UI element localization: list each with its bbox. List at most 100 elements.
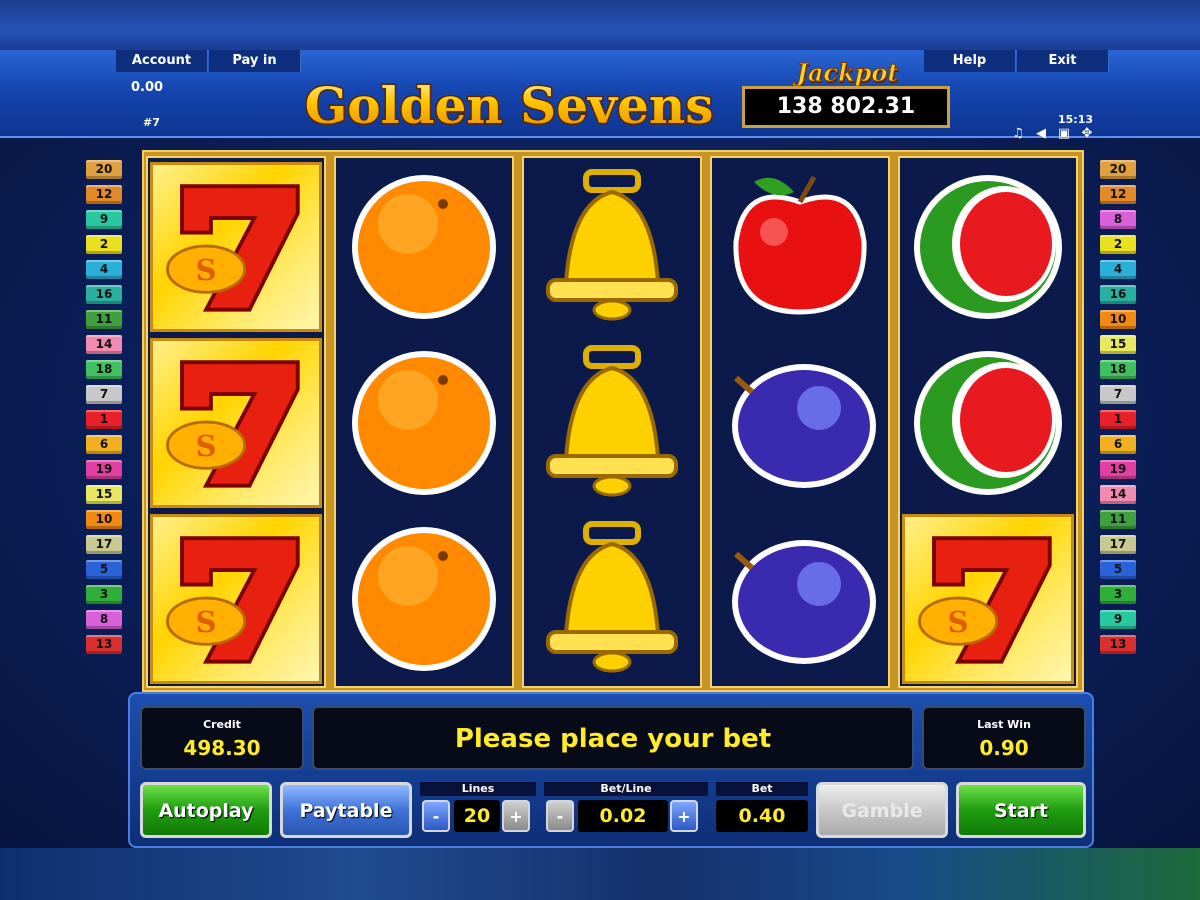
game-number: #7	[143, 116, 160, 129]
seven-symbol: S	[902, 514, 1074, 684]
control-console: Credit 498.30 Please place your bet Last…	[128, 692, 1094, 848]
bell-symbol	[526, 338, 698, 508]
payline-badge: 12	[86, 185, 122, 204]
lines-value: 20	[454, 800, 500, 832]
payline-badge: 7	[86, 385, 122, 404]
payline-badge: 10	[86, 510, 122, 529]
right-payline-indicators: 20 12 8 2 4 16 10 15 18 7 1 6 19 14 11 17 5 3 9 13	[1100, 160, 1140, 660]
svg-text:S: S	[948, 605, 969, 639]
orange-symbol	[338, 514, 510, 684]
reel-2	[334, 156, 514, 688]
jackpot-label: Jackpot	[796, 58, 899, 88]
reel-area: S S S S	[142, 150, 1084, 692]
reel-4	[710, 156, 890, 688]
reel-3	[522, 156, 702, 688]
music-icon[interactable]: ♫	[1010, 126, 1026, 142]
watermelon-symbol	[902, 338, 1074, 508]
watermelon-symbol	[902, 162, 1074, 332]
bet-line-label: Bet/Line	[544, 782, 708, 796]
start-button[interactable]: Start	[956, 782, 1086, 838]
seven-symbol: S	[150, 338, 322, 508]
payline-badge: 11	[86, 310, 122, 329]
payline-badge: 2	[1100, 235, 1136, 254]
plum-symbol	[714, 338, 886, 508]
bottom-background	[0, 848, 1200, 900]
account-button[interactable]: Account	[116, 50, 208, 72]
payline-badge: 12	[1100, 185, 1136, 204]
lines-plus-button[interactable]: +	[502, 800, 530, 832]
last-win-value: 0.90	[979, 736, 1029, 760]
payline-badge: 16	[1100, 285, 1136, 304]
last-win-label: Last Win	[977, 718, 1031, 731]
reel-5: S	[898, 156, 1078, 688]
payline-badge: 14	[86, 335, 122, 354]
top-background	[0, 0, 1200, 50]
payline-badge: 6	[86, 435, 122, 454]
plum-symbol	[714, 514, 886, 684]
exit-button[interactable]: Exit	[1017, 50, 1109, 72]
game-title: Golden Sevens	[305, 76, 714, 134]
payline-badge: 9	[1100, 610, 1136, 629]
payline-badge: 3	[1100, 585, 1136, 604]
bell-symbol	[526, 162, 698, 332]
payline-badge: 15	[86, 485, 122, 504]
payline-badge: 7	[1100, 385, 1136, 404]
credit-label: Credit	[203, 718, 241, 731]
fullscreen-icon[interactable]: ✥	[1079, 126, 1095, 142]
payline-badge: 1	[1100, 410, 1136, 429]
credit-panel: Credit 498.30	[140, 706, 304, 770]
orange-symbol	[338, 338, 510, 508]
svg-text:S: S	[196, 605, 217, 639]
speaker-icon[interactable]: ◀	[1033, 126, 1049, 142]
bet-line-minus-button[interactable]: -	[546, 800, 574, 832]
autoplay-button[interactable]: Autoplay	[140, 782, 272, 838]
account-balance: 0.00	[131, 80, 164, 95]
payline-badge: 4	[1100, 260, 1136, 279]
payline-badge: 3	[86, 585, 122, 604]
apple-symbol	[714, 162, 886, 332]
payline-badge: 19	[86, 460, 122, 479]
payline-badge: 14	[1100, 485, 1136, 504]
lines-label: Lines	[420, 782, 536, 796]
bell-symbol	[526, 514, 698, 684]
paytable-button[interactable]: Paytable	[280, 782, 412, 838]
payline-badge: 5	[1100, 560, 1136, 579]
clock-time: 15:13	[1058, 113, 1094, 126]
svg-text:S: S	[196, 253, 217, 287]
payline-badge: 19	[1100, 460, 1136, 479]
payline-badge: 20	[1100, 160, 1136, 179]
payline-badge: 8	[86, 610, 122, 629]
reel-1: S S S	[146, 156, 326, 688]
payline-badge: 20	[86, 160, 122, 179]
orange-symbol	[338, 162, 510, 332]
payline-badge: 18	[1100, 360, 1136, 379]
window-icon[interactable]: ▣	[1056, 126, 1072, 142]
credit-value: 498.30	[183, 736, 261, 760]
last-win-panel: Last Win 0.90	[922, 706, 1086, 770]
payline-badge: 1	[86, 410, 122, 429]
bet-value: 0.40	[716, 800, 808, 832]
payline-badge: 10	[1100, 310, 1136, 329]
payline-badge: 4	[86, 260, 122, 279]
payline-badge: 15	[1100, 335, 1136, 354]
payline-badge: 9	[86, 210, 122, 229]
bet-line-value: 0.02	[578, 800, 668, 832]
payline-badge: 5	[86, 560, 122, 579]
status-message: Please place your bet	[454, 724, 772, 754]
jackpot-value: 138 802.31	[742, 86, 950, 128]
lines-minus-button[interactable]: -	[422, 800, 450, 832]
svg-text:S: S	[196, 429, 217, 463]
gamble-button[interactable]: Gamble	[816, 782, 948, 838]
payline-badge: 18	[86, 360, 122, 379]
header-icons: ♫ ◀ ▣ ✥	[1010, 126, 1095, 142]
bet-line-plus-button[interactable]: +	[670, 800, 698, 832]
left-payline-indicators: 20 12 9 2 4 16 11 14 18 7 1 6 19 15 10 17 5 3 8 13	[86, 160, 126, 660]
payline-badge: 16	[86, 285, 122, 304]
payline-badge: 13	[86, 635, 122, 654]
pay-in-button[interactable]: Pay in	[209, 50, 301, 72]
seven-symbol: S	[150, 514, 322, 684]
payline-badge: 2	[86, 235, 122, 254]
payline-badge: 17	[1100, 535, 1136, 554]
payline-badge: 17	[86, 535, 122, 554]
payline-badge: 13	[1100, 635, 1136, 654]
